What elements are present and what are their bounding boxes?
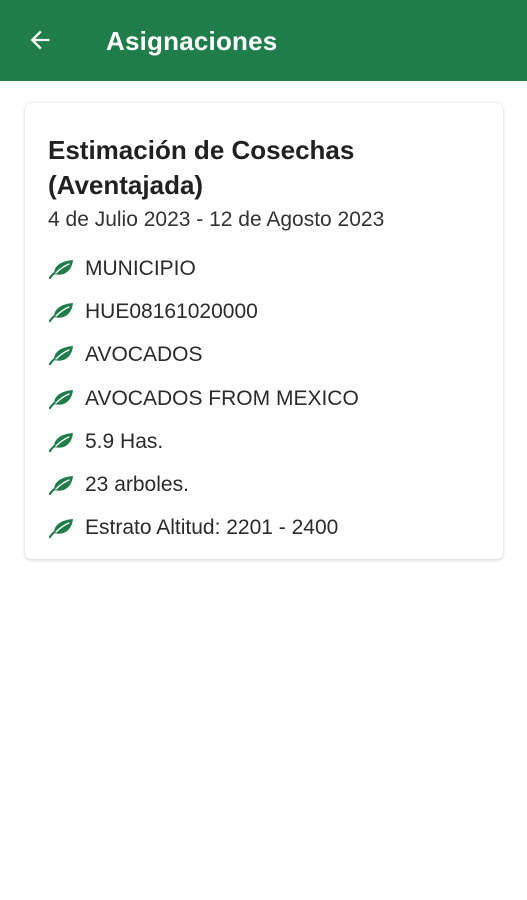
leaf-icon <box>48 519 73 539</box>
arrow-left-icon <box>30 30 50 50</box>
list-item: 23 arboles. <box>48 463 481 506</box>
leaf-icon <box>48 259 73 279</box>
detail-text: AVOCADOS FROM MEXICO <box>85 386 359 410</box>
leaf-icon <box>48 476 73 496</box>
detail-text: 5.9 Has. <box>85 429 164 453</box>
page-title: Asignaciones <box>106 26 278 56</box>
detail-text: AVOCADOS <box>85 343 203 367</box>
assignment-dates: 4 de Julio 2023 - 12 de Agosto 2023 <box>48 208 385 231</box>
leaf-icon <box>48 346 73 366</box>
detail-text: HUE08161020000 <box>85 299 258 323</box>
detail-text: Estrato Altitud: 2201 - 2400 <box>85 516 339 540</box>
detail-text: 23 arboles. <box>85 473 189 497</box>
assignment-card[interactable]: Estimación de Cosechas (Aventajada) 4 de… <box>25 103 503 559</box>
list-item: Estrato Altitud: 2201 - 2400 <box>48 507 481 550</box>
detail-list: MUNICIPIO HUE08161020000 AVOCADOS AVOCAD… <box>48 247 481 550</box>
list-item: AVOCADOS <box>48 334 481 377</box>
list-item: 5.9 Has. <box>48 420 481 463</box>
list-item: HUE08161020000 <box>48 290 481 333</box>
leaf-icon <box>48 432 73 452</box>
detail-text: MUNICIPIO <box>85 256 196 280</box>
leaf-icon <box>48 302 73 323</box>
app-bar: Asignaciones <box>0 0 527 81</box>
list-item: MUNICIPIO <box>48 247 481 290</box>
back-button[interactable] <box>22 22 58 58</box>
leaf-icon <box>48 389 73 409</box>
assignment-title: Estimación de Cosechas (Aventajada) <box>48 135 355 200</box>
list-item: AVOCADOS FROM MEXICO <box>48 377 481 420</box>
